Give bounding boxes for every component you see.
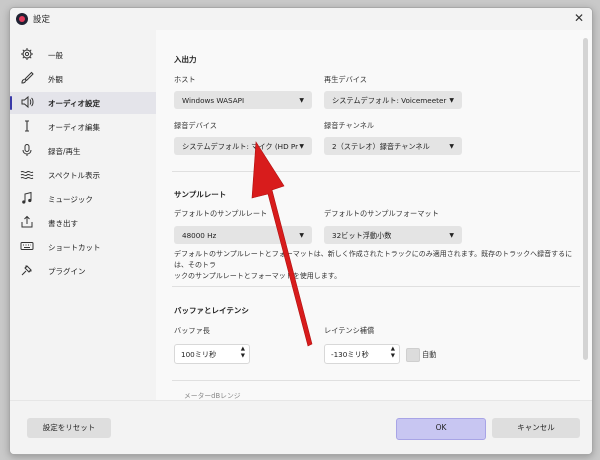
divider <box>172 380 580 381</box>
sample-rate-note: デフォルトのサンプルレートとフォーマットは、新しく作成されたトラックにのみ適用さ… <box>174 249 580 282</box>
reset-settings-button[interactable]: 設定をリセット <box>27 418 111 438</box>
sidebar-item-audio-settings[interactable]: オーディオ設定 <box>10 92 156 114</box>
gear-icon <box>21 48 33 60</box>
brush-icon <box>21 71 34 84</box>
sample-rate-label: デフォルトのサンプルレート <box>174 209 268 218</box>
section-title-io: 入出力 <box>174 55 197 64</box>
stepper-value: 100ミリ秒 <box>181 350 217 359</box>
sidebar-item-recording-playback[interactable]: 録音/再生 <box>10 140 156 162</box>
window-title: 設定 <box>33 15 51 25</box>
sidebar-item-appearance[interactable]: 外観 <box>10 68 156 90</box>
sidebar-item-label: 書き出す <box>48 219 78 228</box>
ok-button[interactable]: OK <box>396 418 486 440</box>
sidebar-item-label: 録音/再生 <box>48 147 81 156</box>
recording-channel-dropdown[interactable]: 2（ステレオ）録音チャンネル ▼ <box>324 137 462 155</box>
sidebar-item-audio-editing[interactable]: オーディオ編集 <box>10 116 156 138</box>
stepper-arrows-icon[interactable]: ▲ ▼ <box>241 346 245 360</box>
plug-icon <box>21 265 32 276</box>
chevron-down-icon: ▼ <box>449 232 454 239</box>
divider <box>172 286 580 287</box>
sample-format-dropdown[interactable]: 32ビット浮動小数 ▼ <box>324 226 462 244</box>
keyboard-icon <box>20 242 34 250</box>
meter-range-label: メーターdBレンジ <box>184 392 241 400</box>
sidebar-item-shortcuts[interactable]: ショートカット <box>10 236 156 258</box>
footer: 設定をリセット OK キャンセル <box>10 400 592 454</box>
stepper-value: -130ミリ秒 <box>331 350 369 359</box>
playback-device-dropdown[interactable]: システムデフォルト: Voicemeeter ... ▼ <box>324 91 462 109</box>
sidebar-item-plugins[interactable]: プラグイン <box>10 260 156 282</box>
latency-label: レイテンシ補償 <box>324 326 375 335</box>
titlebar: 設定 ✕ <box>10 8 592 30</box>
chevron-down-icon: ▼ <box>299 143 304 150</box>
scrollbar[interactable] <box>583 38 588 360</box>
buffer-length-label: バッファ長 <box>174 326 210 335</box>
playback-device-label: 再生デバイス <box>324 75 367 84</box>
dropdown-value: Windows WASAPI <box>182 96 245 105</box>
buffer-length-stepper[interactable]: 100ミリ秒 ▲ ▼ <box>174 344 250 364</box>
close-icon[interactable]: ✕ <box>574 11 584 25</box>
auto-latency-label: 自動 <box>422 350 437 359</box>
note-line: デフォルトのサンプルレートとフォーマットは、新しく作成されたトラックにのみ適用さ… <box>174 250 573 269</box>
text-cursor-icon <box>25 120 29 132</box>
sidebar: 一般 外観 オーディオ設定 オーディオ編集 録音/再生 スペクトル表示 ミュージ… <box>10 30 156 400</box>
sidebar-item-music[interactable]: ミュージック <box>10 188 156 210</box>
host-dropdown[interactable]: Windows WASAPI ▼ <box>174 91 312 109</box>
export-icon <box>21 215 33 228</box>
microphone-icon <box>22 144 32 156</box>
section-title-sample-rate: サンプルレート <box>174 190 227 199</box>
chevron-down-icon: ▼ <box>299 232 304 239</box>
sample-rate-dropdown[interactable]: 48000 Hz ▼ <box>174 226 312 244</box>
sidebar-item-label: プラグイン <box>48 267 86 276</box>
divider <box>172 171 580 172</box>
sample-format-label: デフォルトのサンプルフォーマット <box>324 209 439 218</box>
dropdown-value: 2（ステレオ）録音チャンネル <box>332 142 430 151</box>
recording-device-dropdown[interactable]: システムデフォルト: マイク (HD Pr... ▼ <box>174 137 312 155</box>
dropdown-value: 48000 Hz <box>182 231 217 240</box>
recording-device-label: 録音デバイス <box>174 121 217 130</box>
stepper-arrows-icon[interactable]: ▲ ▼ <box>391 346 395 360</box>
settings-content: 入出力 ホスト Windows WASAPI ▼ 再生デバイス システムデフォル… <box>156 30 592 400</box>
dropdown-value: 32ビット浮動小数 <box>332 231 392 240</box>
settings-window: 設定 ✕ 一般 外観 オーディオ設定 オーディオ編集 録音/再生 スペクトル表示 <box>9 7 593 455</box>
spectrum-icon <box>20 170 34 180</box>
chevron-down-icon: ▼ <box>449 143 454 150</box>
sidebar-item-label: 外観 <box>48 75 63 84</box>
app-logo-icon <box>16 13 28 25</box>
note-line: ックのサンプルレートとフォーマットを使用します。 <box>174 272 342 280</box>
sidebar-item-spectrum[interactable]: スペクトル表示 <box>10 164 156 186</box>
auto-latency-checkbox[interactable] <box>406 348 420 362</box>
sidebar-item-general[interactable]: 一般 <box>10 44 156 66</box>
chevron-down-icon: ▼ <box>449 97 454 104</box>
speaker-icon <box>21 95 34 109</box>
latency-stepper[interactable]: -130ミリ秒 ▲ ▼ <box>324 344 400 364</box>
sidebar-item-label: ミュージック <box>48 195 93 204</box>
sidebar-item-label: スペクトル表示 <box>48 171 100 180</box>
music-note-icon <box>22 191 32 204</box>
dropdown-value: システムデフォルト: マイク (HD Pr... <box>182 142 298 151</box>
sidebar-item-export[interactable]: 書き出す <box>10 212 156 234</box>
chevron-down-icon: ▼ <box>299 97 304 104</box>
sidebar-item-label: 一般 <box>48 51 63 60</box>
recording-channel-label: 録音チャンネル <box>324 121 375 130</box>
dropdown-value: システムデフォルト: Voicemeeter ... <box>332 96 448 105</box>
section-title-buffer: バッファとレイテンシ <box>174 306 249 315</box>
sidebar-item-label: ショートカット <box>48 243 101 252</box>
cancel-button[interactable]: キャンセル <box>492 418 580 438</box>
sidebar-item-label: オーディオ編集 <box>48 123 100 132</box>
host-label: ホスト <box>174 75 196 84</box>
sidebar-item-label: オーディオ設定 <box>48 99 100 108</box>
